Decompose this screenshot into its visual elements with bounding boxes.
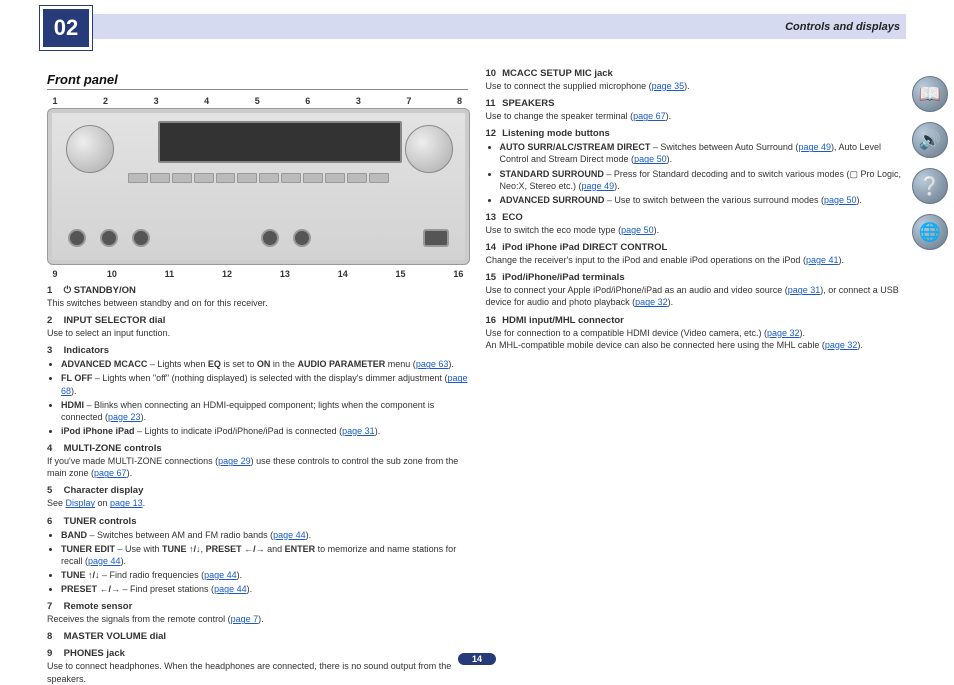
- entry-9: 9 PHONES jackUse to connect headphones. …: [47, 648, 468, 684]
- entry-head: 16 HDMI input/MHL connector: [486, 315, 907, 326]
- display-graphic: [158, 121, 402, 163]
- entry-head: 3 Indicators: [47, 345, 468, 356]
- callout-num: 3: [354, 96, 362, 106]
- entry-bullets: ADVANCED MCACC – Lights when EQ is set t…: [61, 358, 468, 437]
- entry-head: 2 INPUT SELECTOR dial: [47, 315, 468, 326]
- jacks-row-graphic: [68, 224, 449, 252]
- entry-4: 4 MULTI-ZONE controlsIf you've made MULT…: [47, 443, 468, 479]
- entry-head: 1 ⏻ STANDBY/ON: [47, 285, 468, 296]
- entry-body: This switches between standby and on for…: [47, 297, 468, 309]
- callout-num: 9: [51, 269, 59, 279]
- left-column: Front panel 123456378 910111213141516 1 …: [47, 62, 468, 663]
- page-number: 14: [458, 653, 496, 665]
- entry-bullets: AUTO SURR/ALC/STREAM DIRECT – Switches b…: [500, 141, 907, 206]
- globe-icon[interactable]: 🌐: [912, 214, 948, 250]
- entry-head: 6 TUNER controls: [47, 516, 468, 527]
- top-bar: Controls and displays: [40, 14, 906, 39]
- callout-num: 13: [280, 269, 290, 279]
- callout-num: 2: [102, 96, 110, 106]
- entry-10: 10 MCACC SETUP MIC jackUse to connect th…: [486, 68, 907, 92]
- entry-5: 5 Character displaySee Display on page 1…: [47, 485, 468, 509]
- speaker-icon[interactable]: 🔊: [912, 122, 948, 158]
- entry-head: 10 MCACC SETUP MIC jack: [486, 68, 907, 79]
- entry-head: 8 MASTER VOLUME dial: [47, 631, 468, 642]
- callout-num: 1: [51, 96, 59, 106]
- entry-head: 12 Listening mode buttons: [486, 128, 907, 139]
- callout-num: 15: [396, 269, 406, 279]
- entry-body: If you've made MULTI-ZONE connections (p…: [47, 455, 468, 479]
- bullet: ADVANCED MCACC – Lights when EQ is set t…: [61, 358, 468, 370]
- bullet: TUNER EDIT – Use with TUNE ↑/↓, PRESET ←…: [61, 543, 468, 567]
- entry-11: 11 SPEAKERSUse to change the speaker ter…: [486, 98, 907, 122]
- entry-7: 7 Remote sensorReceives the signals from…: [47, 601, 468, 625]
- entry-body: Receives the signals from the remote con…: [47, 613, 468, 625]
- entry-3: 3 Indicators ADVANCED MCACC – Lights when…: [47, 345, 468, 437]
- bullet: STANDARD SURROUND – Press for Standard d…: [500, 168, 907, 192]
- section-heading: Front panel: [47, 72, 468, 90]
- right-list: 10 MCACC SETUP MIC jackUse to connect th…: [486, 68, 907, 351]
- chapter-badge: 02: [40, 6, 92, 50]
- callout-num: 12: [222, 269, 232, 279]
- entry-head: 15 iPod/iPhone/iPad terminals: [486, 272, 907, 283]
- entry-13: 13 ECOUse to switch the eco mode type (p…: [486, 212, 907, 236]
- entry-body: Change the receiver's input to the iPod …: [486, 254, 907, 266]
- bullet: BAND – Switches between AM and FM radio …: [61, 529, 468, 541]
- entry-body: Use to select an input function.: [47, 327, 468, 339]
- bullet: ADVANCED SURROUND – Use to switch betwee…: [500, 194, 907, 206]
- callout-num: 10: [107, 269, 117, 279]
- entry-head: 4 MULTI-ZONE controls: [47, 443, 468, 454]
- entry-body: Use for connection to a compatible HDMI …: [486, 327, 907, 351]
- callout-num: 4: [203, 96, 211, 106]
- entry-head: 9 PHONES jack: [47, 648, 468, 659]
- callout-num: 6: [304, 96, 312, 106]
- bullet: AUTO SURR/ALC/STREAM DIRECT – Switches b…: [500, 141, 907, 165]
- book-icon[interactable]: 📖: [912, 76, 948, 112]
- entry-2: 2 INPUT SELECTOR dialUse to select an in…: [47, 315, 468, 339]
- entry-body: Use to connect the supplied microphone (…: [486, 80, 907, 92]
- button-row-graphic: [128, 173, 389, 183]
- bullet: iPod iPhone iPad – Lights to indicate iP…: [61, 425, 468, 437]
- entry-16: 16 HDMI input/MHL connectorUse for conne…: [486, 315, 907, 351]
- callout-num: 5: [253, 96, 261, 106]
- callout-num: 11: [165, 269, 175, 279]
- bullet: PRESET ←/→ – Find preset stations (page …: [61, 583, 468, 595]
- entry-body: Use to connect your Apple iPod/iPhone/iP…: [486, 284, 907, 308]
- entry-body: See Display on page 13.: [47, 497, 468, 509]
- side-nav-icons: 📖 🔊 ❔ 🌐: [912, 76, 948, 250]
- front-panel-diagram: [47, 108, 470, 265]
- entry-bullets: BAND – Switches between AM and FM radio …: [61, 529, 468, 596]
- callout-num: 8: [456, 96, 464, 106]
- help-icon[interactable]: ❔: [912, 168, 948, 204]
- entry-1: 1 ⏻ STANDBY/ONThis switches between stan…: [47, 285, 468, 309]
- entry-body: Use to connect headphones. When the head…: [47, 660, 468, 684]
- entry-body: Use to switch the eco mode type (page 50…: [486, 224, 907, 236]
- entry-head: 14 iPod iPhone iPad DIRECT CONTROL: [486, 242, 907, 253]
- callout-num: 7: [405, 96, 413, 106]
- entry-head: 5 Character display: [47, 485, 468, 496]
- entry-body: Use to change the speaker terminal (page…: [486, 110, 907, 122]
- callout-num: 3: [152, 96, 160, 106]
- volume-dial-graphic: [405, 125, 453, 173]
- entry-head: 11 SPEAKERS: [486, 98, 907, 109]
- entry-14: 14 iPod iPhone iPad DIRECT CONTROLChange…: [486, 242, 907, 266]
- entry-head: 13 ECO: [486, 212, 907, 223]
- entry-15: 15 iPod/iPhone/iPad terminalsUse to conn…: [486, 272, 907, 308]
- input-selector-dial-graphic: [66, 125, 114, 173]
- entry-8: 8 MASTER VOLUME dial: [47, 631, 468, 642]
- chapter-title: Controls and displays: [785, 21, 900, 33]
- entry-6: 6 TUNER controls BAND – Switches between …: [47, 516, 468, 596]
- bullet: HDMI – Blinks when connecting an HDMI-eq…: [61, 399, 468, 423]
- bullet: FL OFF – Lights when "off" (nothing disp…: [61, 372, 468, 396]
- right-column: 10 MCACC SETUP MIC jackUse to connect th…: [486, 62, 907, 663]
- callout-num: 14: [338, 269, 348, 279]
- entry-head: 7 Remote sensor: [47, 601, 468, 612]
- callouts-bottom: 9 10 11 12 13 14 15 16: [47, 269, 468, 279]
- callouts-top: 1 2 3 4 5 6 3 7 8: [47, 96, 468, 106]
- bullet: TUNE ↑/↓ – Find radio frequencies (page …: [61, 569, 468, 581]
- left-list: 1 ⏻ STANDBY/ONThis switches between stan…: [47, 285, 468, 685]
- entry-12: 12 Listening mode buttons AUTO SURR/ALC/S…: [486, 128, 907, 206]
- callout-num: 16: [453, 269, 463, 279]
